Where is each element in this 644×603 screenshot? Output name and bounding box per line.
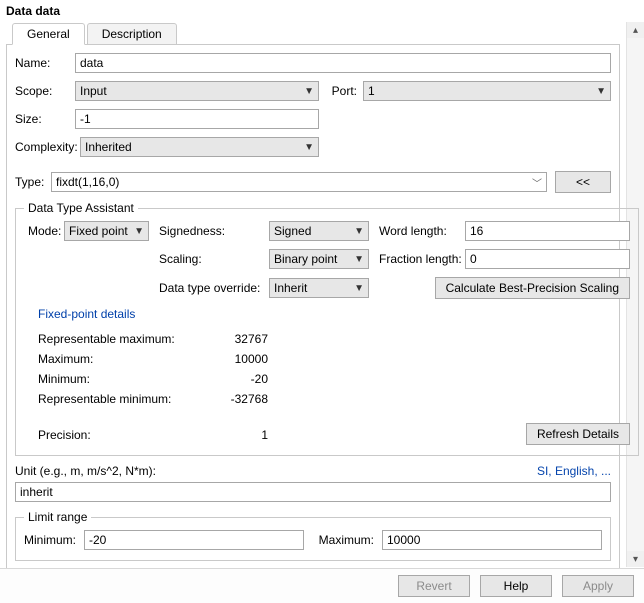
fraction-length-label: Fraction length: <box>379 252 465 266</box>
size-label: Size: <box>15 112 75 126</box>
rep-min-label: Representable minimum: <box>38 389 218 409</box>
unit-input[interactable] <box>15 482 611 502</box>
chevron-down-icon: ▼ <box>354 283 364 294</box>
type-label: Type: <box>15 175 51 189</box>
rep-max-label: Representable maximum: <box>38 329 218 349</box>
scroll-down-icon[interactable]: ▾ <box>627 551 644 567</box>
scope-select[interactable]: Input ▼ <box>75 81 319 101</box>
limit-min-input[interactable] <box>84 530 304 550</box>
chevron-down-icon: ▼ <box>304 142 314 153</box>
max-label: Maximum: <box>38 349 218 369</box>
limit-max-input[interactable] <box>382 530 602 550</box>
tab-description[interactable]: Description <box>87 23 177 45</box>
chevron-down-icon: ▼ <box>134 226 144 237</box>
dt-override-select[interactable]: Inherit ▼ <box>269 278 369 298</box>
fixed-point-details-link[interactable]: Fixed-point details <box>38 307 630 321</box>
scaling-label: Scaling: <box>159 252 269 266</box>
scope-label: Scope: <box>15 84 75 98</box>
port-label: Port: <box>319 84 363 98</box>
max-value: 10000 <box>218 349 268 369</box>
dta-legend: Data Type Assistant <box>24 201 138 215</box>
tab-bar: General Description <box>6 22 620 45</box>
type-value: fixdt(1,16,0) <box>56 175 119 189</box>
signedness-value: Signed <box>274 224 311 238</box>
precision-label: Precision: <box>38 425 218 445</box>
apply-button[interactable]: Apply <box>562 575 634 597</box>
rep-min-value: -32768 <box>218 389 268 409</box>
chevron-down-icon: ▼ <box>596 86 606 97</box>
name-input[interactable] <box>75 53 611 73</box>
port-select[interactable]: 1 ▼ <box>363 81 611 101</box>
limit-min-label: Minimum: <box>24 533 84 547</box>
word-length-label: Word length: <box>379 224 465 238</box>
complexity-label: Complexity: <box>15 140 80 154</box>
unit-label: Unit (e.g., m, m/s^2, N*m): <box>15 464 156 478</box>
limit-range-group: Limit range Minimum: Maximum: <box>15 510 611 561</box>
limit-max-label: Maximum: <box>304 533 382 547</box>
data-type-assistant-group: Data Type Assistant Mode: Fixed point ▼ … <box>15 201 639 456</box>
word-length-input[interactable] <box>465 221 630 241</box>
chevron-down-icon: ▼ <box>354 254 364 265</box>
fixed-point-details-table: Representable maximum:32767 Maximum:1000… <box>38 329 630 409</box>
type-select[interactable]: fixdt(1,16,0) ﹀ <box>51 172 547 192</box>
dialog-button-bar: Revert Help Apply <box>0 568 644 603</box>
window-title: Data data <box>0 0 644 24</box>
complexity-value: Inherited <box>85 140 132 154</box>
revert-button[interactable]: Revert <box>398 575 470 597</box>
scaling-value: Binary point <box>274 252 337 266</box>
rep-max-value: 32767 <box>218 329 268 349</box>
help-button[interactable]: Help <box>480 575 552 597</box>
scroll-up-icon[interactable]: ▴ <box>627 22 644 38</box>
dt-override-label: Data type override: <box>159 281 269 295</box>
chevron-down-icon: ▼ <box>354 226 364 237</box>
mode-select[interactable]: Fixed point ▼ <box>64 221 149 241</box>
collapse-dta-button[interactable]: << <box>555 171 611 193</box>
chevron-down-icon: ﹀ <box>532 175 542 190</box>
min-label: Minimum: <box>38 369 218 389</box>
limit-range-legend: Limit range <box>24 510 91 524</box>
precision-value: 1 <box>218 425 268 445</box>
complexity-select[interactable]: Inherited ▼ <box>80 137 319 157</box>
signedness-select[interactable]: Signed ▼ <box>269 221 369 241</box>
scope-value: Input <box>80 84 107 98</box>
unit-systems-link[interactable]: SI, English, ... <box>156 464 611 478</box>
min-value: -20 <box>218 369 268 389</box>
fraction-length-input[interactable] <box>465 249 630 269</box>
size-input[interactable] <box>75 109 319 129</box>
tab-general[interactable]: General <box>12 23 85 45</box>
signedness-label: Signedness: <box>159 224 269 238</box>
mode-label: Mode: <box>28 224 64 238</box>
general-panel: Name: Scope: Input ▼ Port: 1 ▼ Size: <box>6 45 620 570</box>
port-value: 1 <box>368 84 375 98</box>
name-label: Name: <box>15 56 75 70</box>
calculate-best-precision-button[interactable]: Calculate Best-Precision Scaling <box>435 277 630 299</box>
scaling-select[interactable]: Binary point ▼ <box>269 249 369 269</box>
mode-value: Fixed point <box>69 224 128 238</box>
refresh-details-button[interactable]: Refresh Details <box>526 423 630 445</box>
chevron-down-icon: ▼ <box>304 86 314 97</box>
dt-override-value: Inherit <box>274 281 307 295</box>
